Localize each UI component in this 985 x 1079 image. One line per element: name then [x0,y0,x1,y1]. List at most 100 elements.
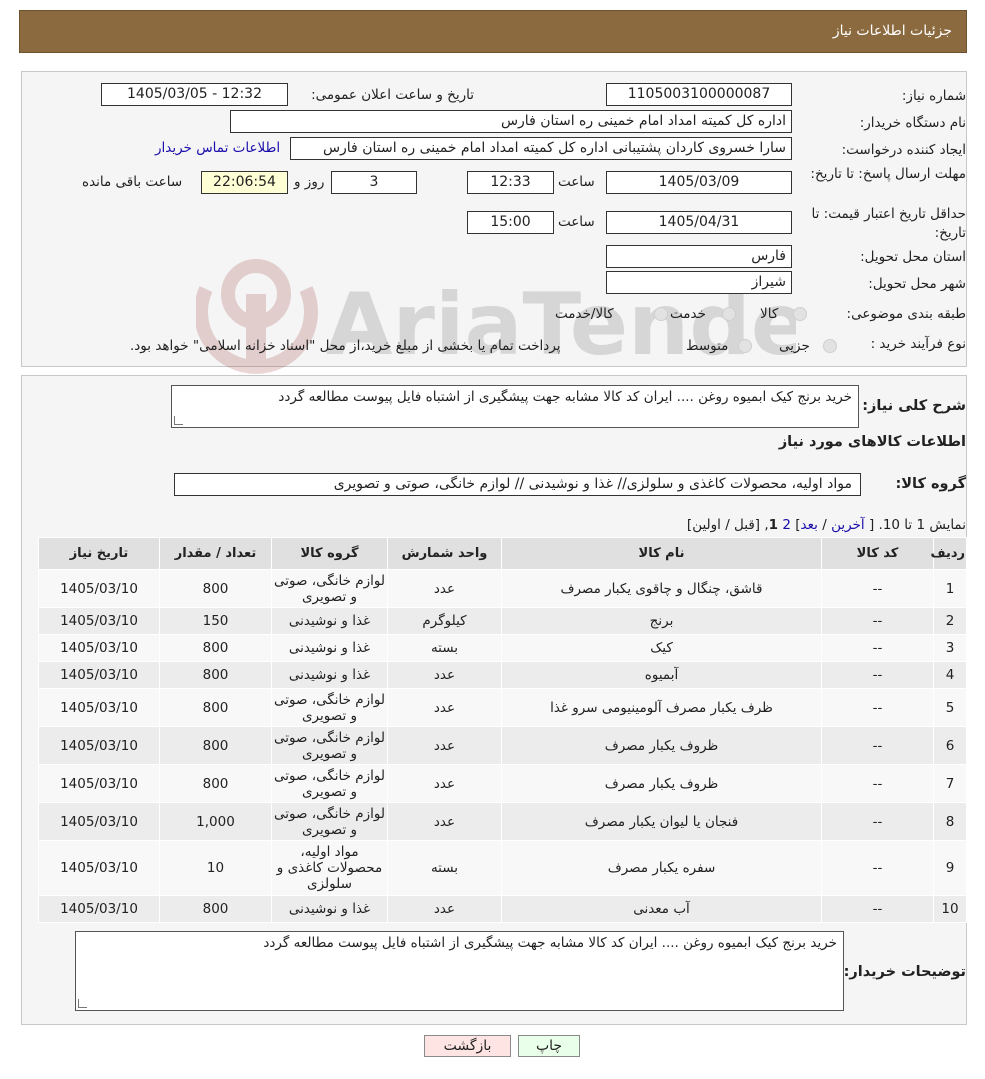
cell-name: برنج [501,607,822,635]
process-label: نوع فرآیند خرید : [870,336,966,352]
cell-group: مواد اولیه، محصولات کاغذی و سلولزی [271,840,388,896]
cell-qty: 800 [159,661,272,689]
goods-group-field: مواد اولیه، محصولات کاغذی و سلولزی// غذا… [174,473,861,496]
cell-qty: 10 [159,840,272,896]
category-radio-goods[interactable] [793,307,807,321]
pagination-prev-first: [قبل / اولین] [686,517,761,533]
cell-name: ظروف یکبار مصرف [501,726,822,765]
resize-grip-icon[interactable] [174,416,183,425]
cell-code: -- [821,634,934,662]
cell-qty: 800 [159,764,272,803]
cell-index: 5 [933,688,967,727]
pagination-showing: نمایش 1 تا 10. [878,517,966,533]
buyer-org-label: نام دستگاه خریدار: [859,115,966,131]
need-number-label: شماره نیاز: [901,88,966,104]
pagination-next-link[interactable]: بعد [801,517,818,533]
cell-unit: عدد [387,764,502,803]
buyer-contact-link[interactable]: اطلاعات تماس خریدار [155,140,280,156]
cell-index: 10 [933,895,967,923]
cell-name: ظرف یکبار مصرف آلومینیومی سرو غذا [501,688,822,727]
cell-index: 8 [933,802,967,841]
deadline-label: مهلت ارسال پاسخ: تا تاریخ: [810,166,966,182]
cell-index: 1 [933,569,967,608]
province-label: استان محل تحویل: [860,249,966,265]
category-radio-goods-service[interactable] [654,307,668,321]
col-header-date: تاریخ نیاز [38,537,160,570]
goods-group-label: گروه کالا: [895,476,966,492]
cell-date: 1405/03/10 [38,661,160,689]
buyer-notes-textarea[interactable]: خرید برنج کیک ابمیوه روغن .... ایران کد … [75,931,844,1011]
process-radio-minor[interactable] [823,339,837,353]
back-button[interactable]: بازگشت [424,1035,511,1057]
cell-name: کیک [501,634,822,662]
validity-time-field: 15:00 [467,211,554,234]
cell-date: 1405/03/10 [38,764,160,803]
cell-name: فنجان یا لیوان یکبار مصرف [501,802,822,841]
cell-group: لوازم خانگی، صوتی و تصویری [271,802,388,841]
process-option-minor: جزیی [779,338,810,354]
deadline-time-field: 12:33 [467,171,554,194]
remaining-time-field: 22:06:54 [201,171,288,194]
table-row: 8 -- فنجان یا لیوان یکبار مصرف عدد لوازم… [38,802,967,841]
cell-group: لوازم خانگی، صوتی و تصویری [271,569,388,608]
cell-code: -- [821,607,934,635]
cell-qty: 150 [159,607,272,635]
cell-group: غذا و نوشیدنی [271,607,388,635]
col-header-qty: تعداد / مقدار [159,537,272,570]
description-text: خرید برنج کیک ابمیوه روغن .... ایران کد … [278,389,852,405]
cell-code: -- [821,569,934,608]
description-textarea[interactable]: خرید برنج کیک ابمیوه روغن .... ایران کد … [171,385,859,428]
creator-field: سارا خسروی کاردان پشتیبانی اداره کل کمیت… [290,137,792,160]
cell-unit: کیلوگرم [387,607,502,635]
cell-date: 1405/03/10 [38,726,160,765]
items-header-row: ردیف کد کالا نام کالا واحد شمارش گروه کا… [38,537,967,570]
col-header-unit: واحد شمارش [387,537,502,570]
category-option-service: خدمت [670,306,706,322]
category-radio-service[interactable] [722,307,736,321]
process-option-medium: متوسط [686,338,729,354]
cell-index: 2 [933,607,967,635]
cell-unit: عدد [387,726,502,765]
goods-info-title: اطلاعات کالاهای مورد نیاز [778,434,966,450]
pagination-page-1-current: 1 [768,517,779,533]
cell-unit: عدد [387,688,502,727]
creator-label: ایجاد کننده درخواست: [841,142,966,158]
table-row: 4 -- آبمیوه عدد غذا و نوشیدنی 800 1405/0… [38,661,967,689]
city-label: شهر محل تحویل: [868,276,966,292]
page-title: جزئیات اطلاعات نیاز [832,23,952,39]
col-header-group: گروه کالا [271,537,388,570]
process-radio-medium[interactable] [738,339,752,353]
days-label: روز و [294,174,325,190]
days-field: 3 [331,171,417,194]
cell-code: -- [821,764,934,803]
cell-code: -- [821,802,934,841]
validity-time-label: ساعت [558,214,595,230]
cell-unit: بسته [387,840,502,896]
items-table: ردیف کد کالا نام کالا واحد شمارش گروه کا… [38,537,967,923]
category-option-goods: کالا [760,306,779,322]
pagination-last-link[interactable]: آخرین [831,517,865,533]
process-note: پرداخت تمام یا بخشی از مبلغ خرید،از محل … [130,338,561,354]
category-option-goods-service: کالا/خدمت [555,306,614,322]
cell-unit: عدد [387,569,502,608]
buyer-notes-text: خرید برنج کیک ابمیوه روغن .... ایران کد … [263,935,837,951]
cell-name: قاشق، چنگال و چاقوی یکبار مصرف [501,569,822,608]
deadline-date-field: 1405/03/09 [606,171,792,194]
cell-date: 1405/03/10 [38,634,160,662]
cell-group: غذا و نوشیدنی [271,634,388,662]
validity-label: حداقل تاریخ اعتبار قیمت: تا تاریخ: [811,206,966,241]
cell-group: لوازم خانگی، صوتی و تصویری [271,688,388,727]
pagination-page-2[interactable]: 2 [782,517,791,533]
deadline-time-label: ساعت [558,174,595,190]
cell-index: 6 [933,726,967,765]
resize-grip-icon[interactable] [78,999,87,1008]
need-number-field: 1105003100000087 [606,83,792,106]
cell-index: 7 [933,764,967,803]
cell-code: -- [821,688,934,727]
print-button[interactable]: چاپ [518,1035,580,1057]
cell-unit: عدد [387,802,502,841]
buyer-notes-label: توضیحات خریدار: [843,964,966,980]
cell-date: 1405/03/10 [38,607,160,635]
cell-date: 1405/03/10 [38,569,160,608]
cell-name: سفره یکبار مصرف [501,840,822,896]
